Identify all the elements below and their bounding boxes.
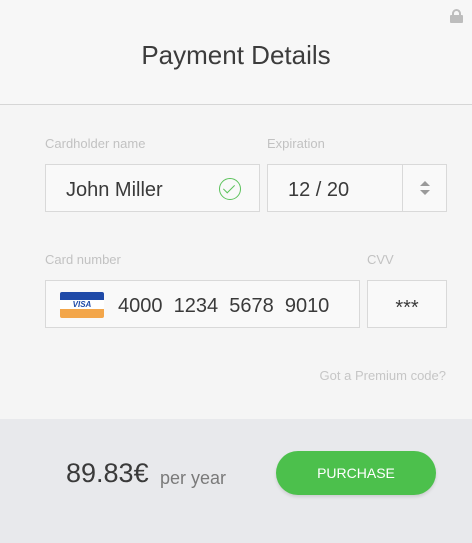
- cvv-field[interactable]: ***: [367, 280, 447, 328]
- expiration-label: Expiration: [267, 136, 325, 151]
- lock-icon: [450, 9, 463, 23]
- page-title: Payment Details: [141, 40, 331, 70]
- price-period: per year: [160, 468, 227, 488]
- purchase-button[interactable]: PURCHASE: [276, 451, 436, 495]
- cardholder-label: Cardholder name: [45, 136, 146, 151]
- card-number-value: 4000 1234 5678 9010: [118, 295, 330, 317]
- check-circle-icon: [219, 178, 241, 200]
- header: Payment Details: [0, 0, 472, 105]
- payment-form: Cardholder name John Miller Expiration 1…: [0, 106, 472, 419]
- expiration-value: 12 / 20: [288, 179, 350, 201]
- visa-card-icon: VISA: [60, 292, 104, 318]
- chevron-down-icon[interactable]: [420, 190, 430, 195]
- expiration-field[interactable]: 12 / 20: [267, 164, 403, 212]
- price: 89.83€: [66, 458, 149, 488]
- cvv-label: CVV: [367, 252, 394, 267]
- chevron-up-icon[interactable]: [420, 181, 430, 186]
- premium-code-link[interactable]: Got a Premium code?: [320, 368, 446, 383]
- visa-brand-text: VISA: [72, 300, 92, 309]
- card-number-field[interactable]: VISA 4000 1234 5678 9010: [45, 280, 360, 328]
- cardholder-name-value: John Miller: [66, 179, 163, 201]
- cvv-value: ***: [395, 297, 419, 319]
- footer: 89.83€ per year PURCHASE: [0, 419, 472, 543]
- cardholder-name-field[interactable]: John Miller: [45, 164, 260, 212]
- card-number-label: Card number: [45, 252, 121, 267]
- expiration-stepper[interactable]: [402, 164, 447, 212]
